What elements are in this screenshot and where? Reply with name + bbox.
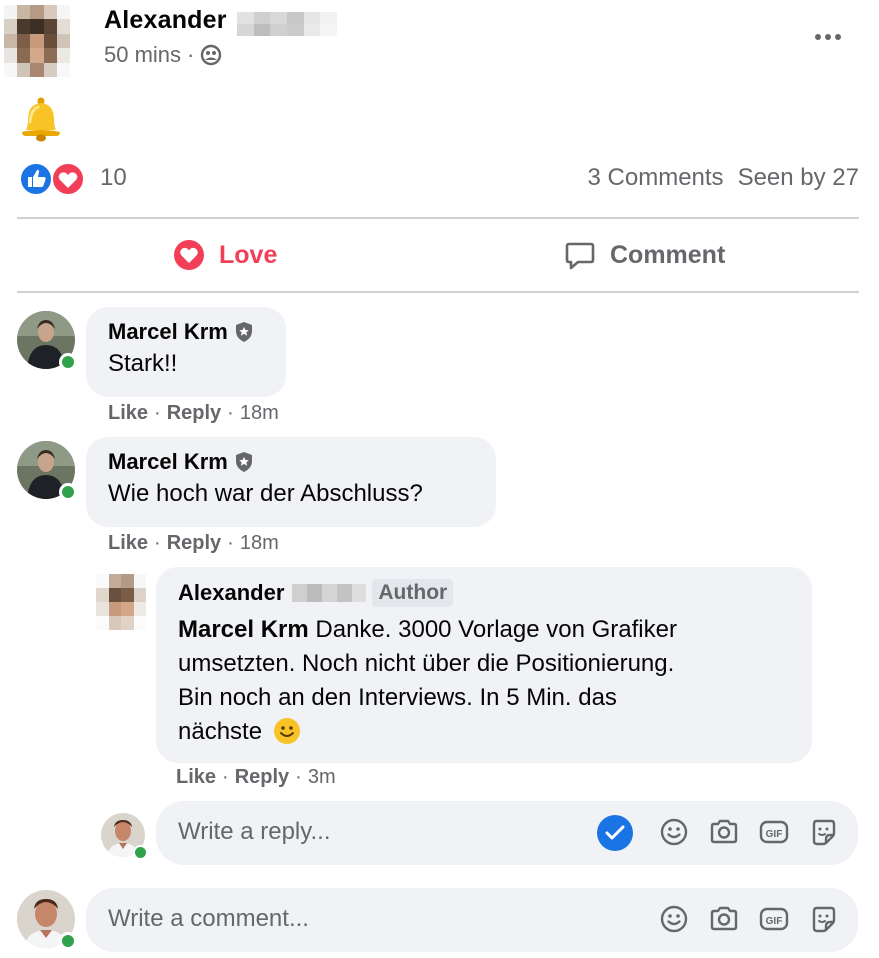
camera-icon[interactable] — [708, 903, 740, 935]
checkmark-icon[interactable] — [597, 815, 633, 851]
comment-text: Stark!! — [108, 350, 178, 377]
reply-author-name[interactable]: Alexander — [178, 580, 284, 606]
current-user-avatar — [17, 890, 77, 950]
gif-icon[interactable]: GIF — [758, 903, 790, 935]
comment-text: Wie hoch war der Abschluss? — [108, 480, 423, 507]
svg-text:GIF: GIF — [766, 829, 783, 840]
comments-count-link[interactable]: 3 Comments — [588, 164, 724, 192]
comment-actions: Like · Reply · 18m — [108, 532, 279, 555]
reaction-count[interactable]: 10 — [100, 164, 127, 192]
comment-actions: Like · Reply · 18m — [108, 402, 279, 425]
online-indicator — [133, 845, 148, 860]
divider — [17, 217, 859, 219]
comment-time[interactable]: 18m — [240, 402, 279, 425]
reply-text: Marcel Krm Danke. 3000 Vorlage von Grafi… — [178, 613, 790, 749]
reply-bubble: Alexander Author Marcel Krm Danke. 3000 … — [156, 567, 812, 763]
sticker-icon[interactable] — [808, 903, 840, 935]
reply-input-box[interactable]: Write a reply... GIF — [156, 801, 858, 865]
commenter-name[interactable]: Marcel Krm — [108, 319, 228, 345]
post-time[interactable]: 50 mins — [104, 42, 181, 68]
gif-icon[interactable]: GIF — [758, 816, 790, 848]
reply-actions: Like · Reply · 3m — [176, 766, 336, 789]
author-badge: Author — [372, 579, 454, 607]
comment-time[interactable]: 18m — [240, 532, 279, 555]
comment-tools: GIF — [658, 903, 840, 935]
separator: · — [295, 766, 302, 788]
more-icon — [815, 34, 821, 40]
reactions-summary-row: 10 3 Comments Seen by 27 — [18, 160, 859, 200]
author-surname-blurred — [237, 12, 337, 36]
comment-input[interactable]: Write a comment... — [108, 905, 309, 933]
reaction-icons[interactable] — [18, 161, 90, 197]
reply-time[interactable]: 3m — [308, 766, 336, 789]
reply-text-line: nächste — [178, 718, 263, 745]
comment-bubble: Marcel Krm Stark!! — [86, 307, 286, 397]
post-stats: 3 Comments Seen by 27 — [588, 164, 859, 192]
comment-label: Comment — [610, 240, 726, 269]
comment-bubble: Marcel Krm Wie hoch war der Abschluss? — [86, 437, 496, 527]
admin-badge-icon — [235, 452, 252, 472]
separator: · — [227, 402, 234, 424]
separator: · — [222, 766, 229, 788]
post-author-avatar[interactable] — [4, 5, 70, 77]
reply-author-avatar[interactable] — [96, 574, 146, 630]
reply-input[interactable]: Write a reply... — [178, 818, 330, 846]
svg-text:GIF: GIF — [766, 916, 783, 927]
current-user-avatar — [101, 813, 148, 860]
like-link[interactable]: Like — [176, 766, 216, 789]
like-link[interactable]: Like — [108, 402, 148, 425]
divider — [17, 291, 859, 293]
reply-text-line: Danke. 3000 Vorlage von Grafiker — [315, 616, 677, 643]
separator: · — [154, 402, 161, 424]
separator: · — [227, 532, 234, 554]
love-label: Love — [219, 240, 278, 269]
love-button[interactable]: Love — [173, 232, 277, 278]
love-reaction-icon — [174, 240, 204, 270]
author-surname-blurred — [292, 584, 367, 602]
sticker-icon[interactable] — [808, 816, 840, 848]
emoji-icon[interactable] — [658, 816, 690, 848]
like-link[interactable]: Like — [108, 532, 148, 555]
comment-button[interactable]: Comment — [564, 232, 725, 278]
commenter-name[interactable]: Marcel Krm — [108, 449, 228, 475]
more-options-button[interactable] — [806, 22, 850, 52]
online-indicator — [59, 483, 77, 501]
reply-text-line: Bin noch an den Interviews. In 5 Min. da… — [178, 684, 617, 711]
online-indicator — [59, 932, 77, 950]
separator: · — [187, 42, 195, 67]
post-meta: 50 mins · — [104, 42, 222, 68]
smiley-emoji — [273, 718, 300, 744]
camera-icon[interactable] — [708, 816, 740, 848]
reply-link[interactable]: Reply — [167, 402, 221, 425]
bell-emoji — [22, 97, 60, 142]
mention-link[interactable]: Marcel Krm — [178, 616, 309, 643]
commenter-avatar[interactable] — [17, 311, 77, 371]
seen-by-link[interactable]: Seen by 27 — [738, 164, 859, 192]
separator: · — [154, 532, 161, 554]
group-privacy-icon — [201, 44, 222, 66]
online-indicator — [59, 353, 77, 371]
commenter-avatar[interactable] — [17, 441, 77, 501]
reply-link[interactable]: Reply — [235, 766, 289, 789]
reply-text-line: umsetzten. Noch nicht über die Positioni… — [178, 650, 675, 677]
emoji-icon[interactable] — [658, 903, 690, 935]
reply-tools: GIF — [658, 816, 840, 848]
post-author-name[interactable]: Alexander — [104, 6, 227, 35]
admin-badge-icon — [235, 322, 252, 342]
comment-icon — [565, 242, 595, 270]
comment-input-box[interactable]: Write a comment... GIF — [86, 888, 858, 952]
reply-link[interactable]: Reply — [167, 532, 221, 555]
